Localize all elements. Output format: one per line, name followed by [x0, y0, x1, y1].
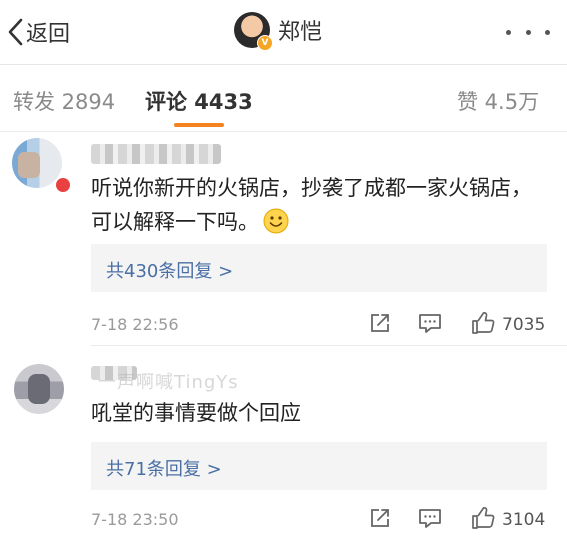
top-nav-bar: 返回 V 郑恺 [0, 0, 567, 64]
timestamp: 7-18 23:50 [91, 510, 179, 529]
back-label: 返回 [26, 22, 71, 47]
like-icon[interactable] [470, 505, 496, 531]
replies-label: 共430条回复 > [106, 261, 234, 282]
username-blurred[interactable] [91, 144, 221, 164]
replies-link[interactable]: 共71条回复 > [91, 442, 547, 490]
comment-item: 一声啊喊TingYs 吼堂的事情要做个回应 共71条回复 > 7-18 23:5… [0, 346, 567, 538]
more-dots-icon[interactable] [506, 22, 550, 42]
username[interactable]: 一声啊喊TingYs [98, 368, 239, 394]
verified-badge: V [257, 35, 273, 51]
avatar[interactable] [14, 364, 64, 414]
comment-text: 吼堂的事情要做个回应 [91, 401, 301, 425]
page-title: 郑恺 [278, 20, 323, 45]
comment-icon[interactable] [417, 505, 443, 531]
comment-icon[interactable] [417, 310, 443, 336]
replies-label: 共71条回复 > [106, 459, 222, 480]
share-icon[interactable] [367, 505, 393, 531]
smile-emoji-icon [263, 208, 289, 234]
avatar[interactable] [12, 138, 62, 188]
comment-meta: 7-18 23:50 3104 [91, 505, 551, 533]
timestamp: 7-18 22:56 [91, 315, 179, 334]
comment-item: 听说你新开的火锅店，抄袭了成都一家火锅店，可以解释一下吗。 共430条回复 > … [0, 132, 567, 346]
replies-link[interactable]: 共430条回复 > [91, 244, 547, 292]
like-count: 3104 [502, 510, 546, 530]
share-icon[interactable] [367, 310, 393, 336]
back-button[interactable]: 返回 [6, 15, 70, 49]
active-tab-indicator [174, 123, 224, 127]
tab-like[interactable]: 赞 4.5万 [457, 86, 539, 116]
comment-meta: 7-18 22:56 7035 [91, 310, 551, 338]
tab-bar: 转发 2894 评论 4433 赞 4.5万 [0, 65, 567, 132]
profile-title[interactable]: V 郑恺 [234, 12, 323, 51]
comment-text: 听说你新开的火锅店，抄袭了成都一家火锅店，可以解释一下吗。 [91, 176, 532, 234]
like-icon[interactable] [470, 310, 496, 336]
user-badge-icon [55, 177, 71, 193]
tab-comment[interactable]: 评论 4433 [145, 86, 253, 116]
chevron-left-icon [6, 17, 24, 47]
tab-repost[interactable]: 转发 2894 [13, 86, 115, 116]
like-count: 7035 [502, 315, 546, 335]
avatar: V [234, 12, 273, 51]
